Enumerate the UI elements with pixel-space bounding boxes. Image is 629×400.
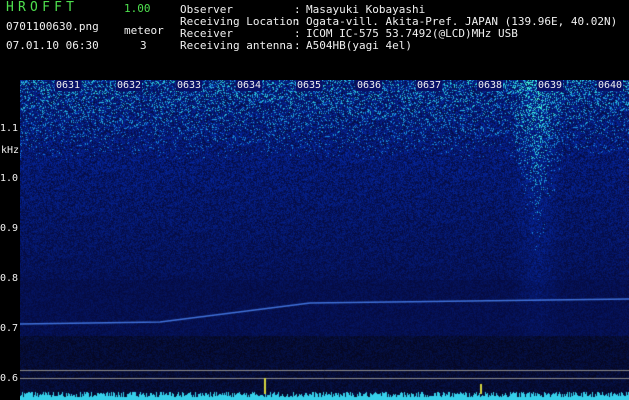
x-tick-label: 0637 (416, 80, 443, 91)
x-tick-label: 0632 (116, 80, 143, 91)
x-tick-label: 0633 (176, 80, 203, 91)
meteor-label: meteor (124, 24, 164, 37)
x-tick-label: 0640 (597, 80, 624, 91)
app-version: 1.00 (124, 2, 151, 15)
frequency-unit: kHz (1, 145, 20, 156)
file-name: 0701100630.png (6, 20, 99, 33)
y-tick-label: 0.7 (0, 323, 19, 334)
info-separator: : (294, 39, 301, 52)
y-tick-label: 1.1 (0, 123, 19, 134)
antenna-label: Receiving antenna (180, 39, 293, 52)
y-tick-label: 1.0 (0, 173, 19, 184)
x-tick-label: 0636 (356, 80, 383, 91)
frequency-axis: kHz (0, 72, 20, 400)
antenna-value: A504HB(yagi 4el) (306, 39, 412, 52)
y-tick-label: 0.9 (0, 223, 19, 234)
spectrogram (20, 80, 629, 400)
x-tick-label: 0631 (55, 80, 82, 91)
x-tick-label: 0634 (236, 80, 263, 91)
y-tick-label: 0.8 (0, 273, 19, 284)
datetime: 07.01.10 06:30 (6, 39, 99, 52)
meteor-count: 3 (140, 39, 147, 52)
header-panel: HROFFT 1.00 0701100630.png meteor 07.01.… (0, 0, 629, 80)
x-tick-label: 0639 (537, 80, 564, 91)
app-title: HROFFT (6, 0, 79, 15)
x-tick-label: 0635 (296, 80, 323, 91)
x-tick-label: 0638 (477, 80, 504, 91)
y-tick-label: 0.6 (0, 373, 19, 384)
